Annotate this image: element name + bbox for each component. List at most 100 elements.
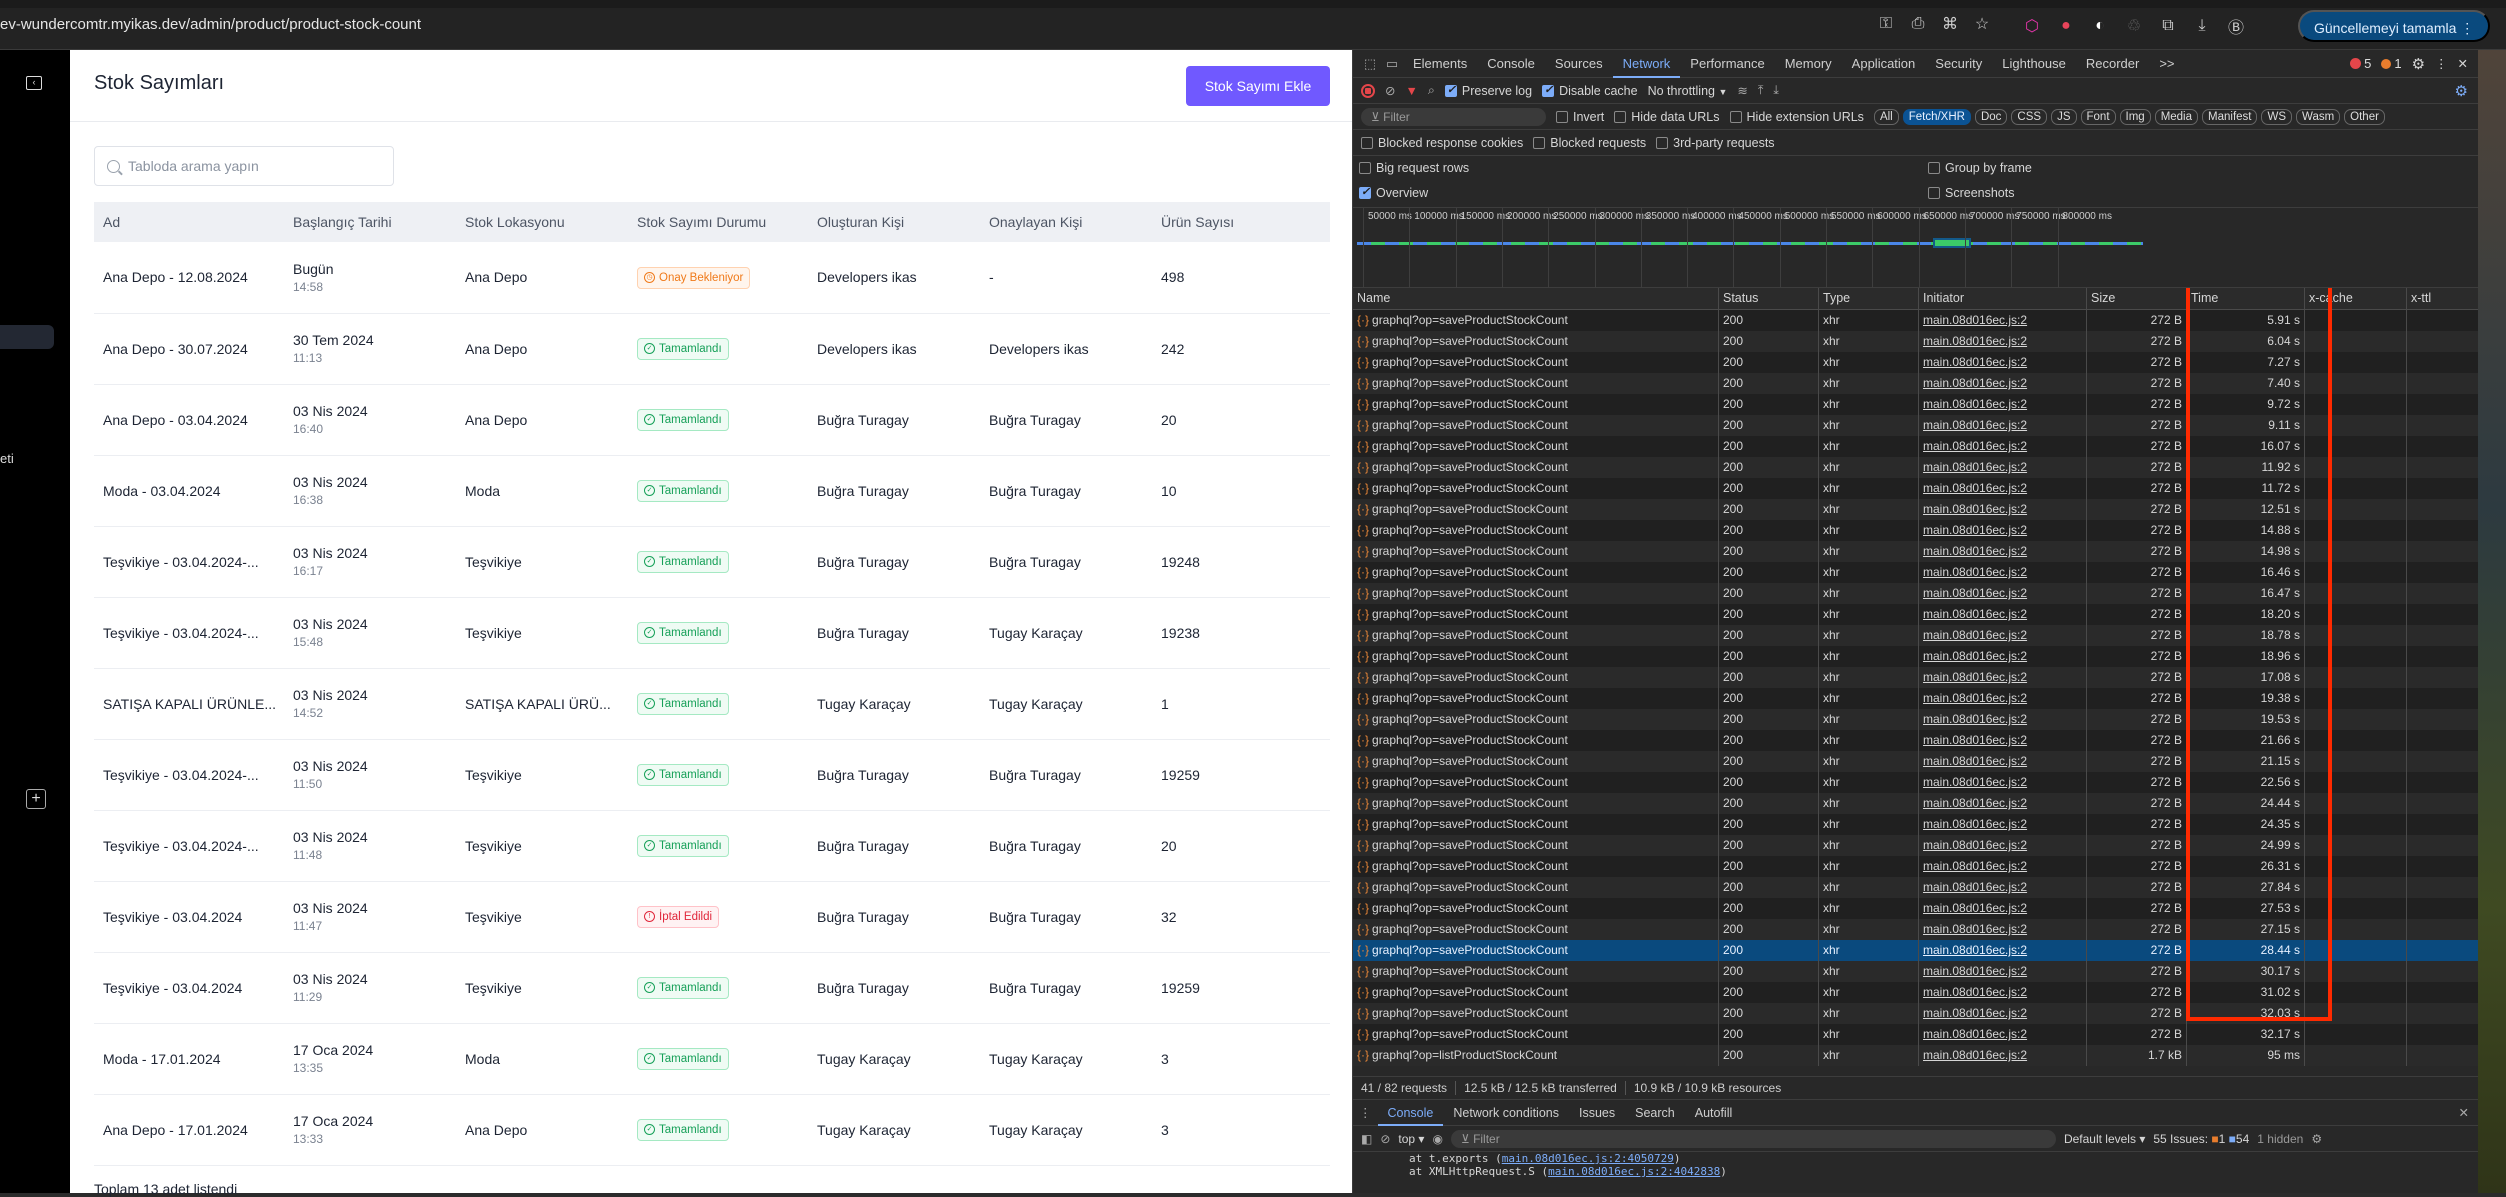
issues-counter[interactable]: 55 Issues: ■1 ■54 — [2153, 1132, 2249, 1146]
request-row[interactable]: {·} graphql?op=saveProductStockCount 200 xh… — [1353, 772, 2479, 793]
request-row[interactable]: {·} graphql?op=saveProductStockCount 200 xh… — [1353, 919, 2479, 940]
request-initiator-link[interactable]: main.08d016ec.js:2 — [1919, 1045, 2087, 1066]
devtools-tab-elements[interactable]: Elements — [1403, 50, 1477, 78]
devtools-tab-sources[interactable]: Sources — [1545, 50, 1613, 78]
request-initiator-link[interactable]: main.08d016ec.js:2 — [1919, 331, 2087, 352]
table-row[interactable]: SATIŞA KAPALI ÜRÜNLE... 03 Nis 2024 14:52 S… — [94, 668, 1330, 740]
type-filter-wasm[interactable]: Wasm — [2296, 108, 2341, 125]
request-row[interactable]: {·} graphql?op=saveProductStockCount 200 xh… — [1353, 310, 2479, 331]
request-row[interactable]: {·} graphql?op=saveProductStockCount 200 xh… — [1353, 814, 2479, 835]
request-initiator-link[interactable]: main.08d016ec.js:2 — [1919, 751, 2087, 772]
strawberry-extension-icon[interactable]: ● — [2056, 17, 2076, 35]
type-filter-media[interactable]: Media — [2154, 108, 2199, 125]
hide-data-urls-checkbox[interactable]: Hide data URLs — [1614, 110, 1720, 124]
update-browser-button[interactable]: Güncellemeyi tamamla ⋮ — [2298, 10, 2491, 42]
request-initiator-link[interactable]: main.08d016ec.js:2 — [1919, 688, 2087, 709]
request-row[interactable]: {·} graphql?op=saveProductStockCount 200 xh… — [1353, 331, 2479, 352]
table-row[interactable]: Ana Depo - 17.01.2024 17 Oca 2024 13:33 Ana… — [94, 1094, 1330, 1166]
request-initiator-link[interactable]: main.08d016ec.js:2 — [1919, 520, 2087, 541]
column-header[interactable]: Ürün Sayısı — [1152, 202, 1330, 242]
request-column-name[interactable]: Name — [1353, 288, 1719, 309]
request-initiator-link[interactable]: main.08d016ec.js:2 — [1919, 667, 2087, 688]
column-header[interactable]: Stok Sayımı Durumu — [628, 202, 808, 242]
console-filter-input[interactable]: ⊻ Filter — [1450, 1129, 2056, 1148]
request-row[interactable]: {·} graphql?op=saveProductStockCount 200 xh… — [1353, 793, 2479, 814]
table-row[interactable]: Teşvikiye - 03.04.2024-... 03 Nis 2024 16:… — [94, 526, 1330, 598]
request-column-xcache[interactable]: x-cache — [2305, 288, 2407, 309]
request-initiator-link[interactable]: main.08d016ec.js:2 — [1919, 1024, 2087, 1045]
request-row[interactable]: {·} graphql?op=saveProductStockCount 200 xh… — [1353, 982, 2479, 1003]
request-initiator-link[interactable]: main.08d016ec.js:2 — [1919, 394, 2087, 415]
request-column-initiator[interactable]: Initiator — [1919, 288, 2087, 309]
translate-icon[interactable]: ⌘ — [1940, 14, 1960, 34]
request-row[interactable]: {·} graphql?op=saveProductStockCount 200 xh… — [1353, 667, 2479, 688]
devtools-tab-security[interactable]: Security — [1925, 50, 1992, 78]
hide-extension-urls-checkbox[interactable]: Hide extension URLs — [1729, 110, 1864, 124]
request-initiator-link[interactable]: main.08d016ec.js:2 — [1919, 730, 2087, 751]
type-filter-img[interactable]: Img — [2119, 108, 2151, 125]
request-row[interactable]: {·} graphql?op=saveProductStockCount 200 xh… — [1353, 877, 2479, 898]
group-by-frame-checkbox[interactable]: Group by frame — [1928, 161, 2032, 175]
search-icon[interactable]: ⌕ — [1428, 83, 1435, 98]
request-row[interactable]: {·} graphql?op=saveProductStockCount 200 xh… — [1353, 751, 2479, 772]
devtools-tab-lighthouse[interactable]: Lighthouse — [1992, 50, 2076, 78]
request-row[interactable]: {·} graphql?op=saveProductStockCount 200 xh… — [1353, 562, 2479, 583]
blocked-requests-checkbox[interactable]: Blocked requests — [1533, 136, 1646, 150]
table-row[interactable]: Moda - 17.01.2024 17 Oca 2024 13:35 Moda ✓ Ta… — [94, 1023, 1330, 1095]
download-icon[interactable]: ⤓ — [2192, 17, 2212, 35]
puzzle-icon[interactable]: ⧉ — [2158, 17, 2178, 35]
more-tabs-button[interactable]: >> — [2149, 50, 2184, 78]
import-har-icon[interactable]: ⤒ — [1758, 83, 1764, 98]
request-initiator-link[interactable]: main.08d016ec.js:2 — [1919, 940, 2087, 961]
network-conditions-icon[interactable]: ≋ — [1737, 83, 1747, 98]
request-row[interactable]: {·} graphql?op=saveProductStockCount 200 xh… — [1353, 541, 2479, 562]
close-devtools-icon[interactable]: ✕ — [2458, 56, 2468, 71]
type-filter-other[interactable]: Other — [2344, 108, 2385, 125]
request-row[interactable]: {·} graphql?op=saveProductStockCount 200 xh… — [1353, 1003, 2479, 1024]
network-filter-input[interactable]: ⊻ Filter — [1361, 107, 1546, 126]
devtools-tab-console[interactable]: Console — [1477, 50, 1545, 78]
request-initiator-link[interactable]: main.08d016ec.js:2 — [1919, 1003, 2087, 1024]
close-drawer-icon[interactable]: ✕ — [2459, 1105, 2469, 1120]
request-initiator-link[interactable]: main.08d016ec.js:2 — [1919, 919, 2087, 940]
request-initiator-link[interactable]: main.08d016ec.js:2 — [1919, 457, 2087, 478]
screenshots-checkbox[interactable]: Screenshots — [1928, 186, 2014, 200]
source-link[interactable]: main.08d016ec.js:2:4042838 — [1548, 1165, 1720, 1178]
request-row[interactable]: {·} graphql?op=listProductStockCount 200 xh… — [1353, 1045, 2479, 1066]
request-initiator-link[interactable]: main.08d016ec.js:2 — [1919, 436, 2087, 457]
request-column-status[interactable]: Status — [1719, 288, 1819, 309]
clear-icon[interactable]: ⊘ — [1385, 83, 1395, 98]
warning-count-badge[interactable]: 1 — [2381, 56, 2402, 71]
request-initiator-link[interactable]: main.08d016ec.js:2 — [1919, 835, 2087, 856]
request-initiator-link[interactable]: main.08d016ec.js:2 — [1919, 856, 2087, 877]
drawer-tab-search[interactable]: Search — [1625, 1100, 1685, 1126]
request-initiator-link[interactable]: main.08d016ec.js:2 — [1919, 709, 2087, 730]
column-header[interactable]: Oluşturan Kişi — [808, 202, 980, 242]
install-icon[interactable]: ⎙ — [1908, 15, 1928, 33]
export-har-icon[interactable]: ⤓ — [1773, 83, 1779, 98]
table-row[interactable]: Teşvikiye - 03.04.2024 03 Nis 2024 11:29 Te… — [94, 952, 1330, 1024]
sidebar-toggle-icon[interactable]: ◧ — [1361, 1132, 1372, 1146]
request-initiator-link[interactable]: main.08d016ec.js:2 — [1919, 415, 2087, 436]
type-filter-ws[interactable]: WS — [2261, 108, 2293, 125]
request-row[interactable]: {·} graphql?op=saveProductStockCount 200 xh… — [1353, 940, 2479, 961]
request-initiator-link[interactable]: main.08d016ec.js:2 — [1919, 499, 2087, 520]
preserve-log-checkbox[interactable]: Preserve log — [1444, 83, 1532, 98]
add-stock-count-button[interactable]: Stok Sayımı Ekle — [1186, 66, 1330, 106]
drawer-tab-issues[interactable]: Issues — [1569, 1100, 1625, 1126]
clear-console-icon[interactable]: ⊘ — [1380, 1132, 1390, 1146]
request-initiator-link[interactable]: main.08d016ec.js:2 — [1919, 982, 2087, 1003]
overview-checkbox[interactable]: Overview — [1359, 185, 1428, 200]
request-initiator-link[interactable]: main.08d016ec.js:2 — [1919, 583, 2087, 604]
request-row[interactable]: {·} graphql?op=saveProductStockCount 200 xh… — [1353, 730, 2479, 751]
request-initiator-link[interactable]: main.08d016ec.js:2 — [1919, 814, 2087, 835]
request-initiator-link[interactable]: main.08d016ec.js:2 — [1919, 793, 2087, 814]
context-select[interactable]: top ▾ — [1398, 1132, 1424, 1146]
network-overview-timeline[interactable]: 50000 ms 100000 ms 150000 ms 200000 ms 25000… — [1353, 208, 2479, 288]
live-expression-icon[interactable]: ◉ — [1432, 1132, 1442, 1146]
request-initiator-link[interactable]: main.08d016ec.js:2 — [1919, 646, 2087, 667]
request-initiator-link[interactable]: main.08d016ec.js:2 — [1919, 310, 2087, 331]
table-row[interactable]: Ana Depo - 12.08.2024 Bugün 14:58 Ana Depo ◷… — [94, 242, 1330, 314]
request-row[interactable]: {·} graphql?op=saveProductStockCount 200 xh… — [1353, 646, 2479, 667]
address-bar[interactable]: ev-wundercomtr.myikas.dev/admin/product/… — [0, 16, 421, 33]
